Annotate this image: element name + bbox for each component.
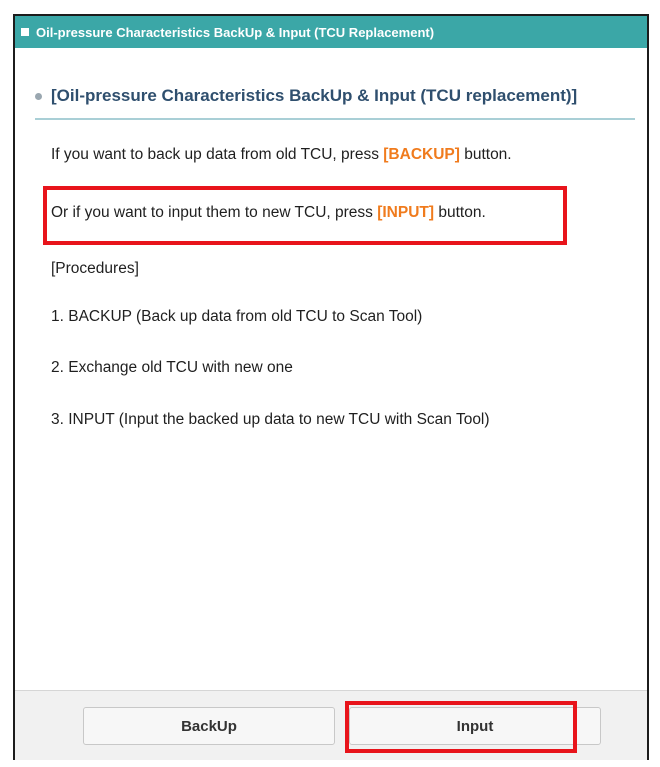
bullet-dot-icon bbox=[35, 92, 42, 100]
procedure-step-3: 3. INPUT (Input the backed up data to ne… bbox=[51, 411, 490, 428]
section-heading-text: [Oil-pressure Characteristics BackUp & I… bbox=[51, 86, 578, 105]
button-bar: BackUp Input bbox=[15, 690, 647, 760]
procedure-step-1: 1. BACKUP (Back up data from old TCU to … bbox=[51, 308, 423, 325]
title-bar: Oil-pressure Characteristics BackUp & In… bbox=[15, 16, 647, 48]
backup-keyword: [BACKUP] bbox=[383, 146, 460, 163]
section-divider bbox=[35, 118, 635, 120]
app-window: Oil-pressure Characteristics BackUp & In… bbox=[13, 14, 649, 760]
backup-button[interactable]: BackUp bbox=[83, 707, 335, 745]
instruction-backup: If you want to back up data from old TCU… bbox=[51, 146, 512, 164]
square-icon bbox=[21, 28, 29, 36]
procedure-step-2: 2. Exchange old TCU with new one bbox=[51, 359, 293, 376]
instruction-backup-text: If you want to back up data from old TCU… bbox=[51, 146, 384, 163]
window-title: Oil-pressure Characteristics BackUp & In… bbox=[36, 24, 435, 40]
section-heading: [Oil-pressure Characteristics BackUp & I… bbox=[35, 86, 635, 106]
input-button-highlight bbox=[345, 701, 577, 753]
instruction-highlight-box bbox=[43, 186, 567, 245]
procedures-label: [Procedures] bbox=[51, 260, 139, 277]
instruction-backup-suffix: button. bbox=[459, 146, 512, 163]
